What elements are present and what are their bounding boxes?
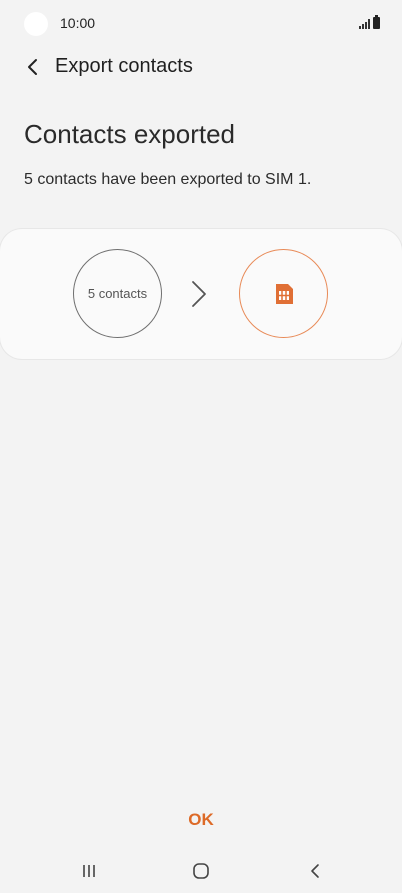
nav-back-button[interactable] <box>295 858 335 884</box>
status-bar: 10:00 <box>0 0 402 48</box>
status-time: 10:00 <box>60 15 96 31</box>
home-icon <box>193 863 209 879</box>
status-icons <box>359 15 380 29</box>
source-circle: 5 contacts <box>73 249 162 338</box>
source-label: 5 contacts <box>87 286 148 301</box>
recents-icon <box>83 865 95 877</box>
signal-icon <box>359 19 370 29</box>
recents-button[interactable] <box>69 858 109 884</box>
transfer-card: 5 contacts <box>0 229 402 359</box>
destination-circle <box>239 249 328 338</box>
app-bar: Export contacts <box>0 48 402 88</box>
home-button[interactable] <box>181 858 221 884</box>
chevron-left-icon <box>28 59 37 75</box>
navigation-bar <box>0 848 402 893</box>
page-title: Export contacts <box>55 55 193 77</box>
result-heading: Contacts exported <box>24 119 236 149</box>
back-icon <box>311 864 319 878</box>
result-message: 5 contacts have been exported to SIM 1. <box>24 171 312 188</box>
chevron-right-icon <box>192 281 206 307</box>
sim-card-icon <box>275 283 293 304</box>
battery-icon <box>373 15 380 29</box>
ok-button[interactable]: OK <box>161 804 241 836</box>
back-button[interactable] <box>18 52 46 82</box>
notification-dot <box>24 12 48 36</box>
